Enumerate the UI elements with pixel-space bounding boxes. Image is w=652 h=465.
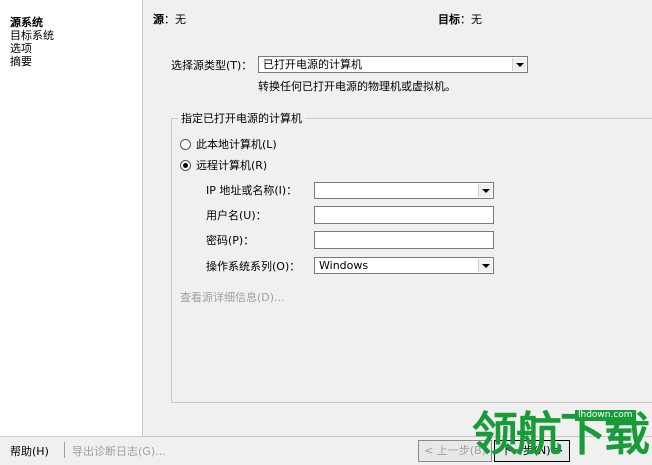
radio-remote-computer[interactable] xyxy=(180,160,191,171)
password-label: 密码(P)： xyxy=(206,234,255,247)
ip-label: IP 地址或名称(I)： xyxy=(206,184,298,197)
view-source-details-link[interactable]: 查看源详细信息(D)... xyxy=(180,291,285,304)
username-label: 用户名(U)： xyxy=(206,209,267,222)
footer-separator xyxy=(64,442,65,458)
nav-item-target-system[interactable]: 目标系统 xyxy=(10,29,54,42)
target-value: ：无 xyxy=(460,13,482,26)
password-field[interactable] xyxy=(314,231,494,249)
target-label: 目标 xyxy=(438,13,460,26)
os-family-label: 操作系统系列(O)： xyxy=(206,260,301,273)
os-family-value: Windows xyxy=(319,259,369,272)
source-type-description: 转换任何已打开电源的物理机或虚拟机。 xyxy=(258,80,456,93)
nav-item-options[interactable]: 选项 xyxy=(10,42,32,55)
source-value: ：无 xyxy=(164,13,186,26)
source-type-value: 已打开电源的计算机 xyxy=(263,58,362,71)
radio-local-label[interactable]: 此本地计算机(L) xyxy=(196,138,277,151)
source-label: 源 xyxy=(153,13,164,26)
ip-address-combo[interactable] xyxy=(314,182,494,199)
chevron-down-icon[interactable] xyxy=(478,184,492,197)
nav-item-source-system[interactable]: 源系统 xyxy=(10,16,43,29)
os-family-select[interactable]: Windows xyxy=(314,257,494,274)
summary-header: 源：无 目标：无 xyxy=(143,0,652,36)
watermark-url: lhdown.com xyxy=(575,410,636,421)
help-button[interactable]: 帮助(H) xyxy=(10,445,49,458)
export-diagnostic-logs-button[interactable]: 导出诊断日志(G)... xyxy=(72,445,166,458)
wizard-nav: 源系统 目标系统 选项 摘要 xyxy=(0,0,143,436)
chevron-down-icon[interactable] xyxy=(478,259,492,272)
group-title: 指定已打开电源的计算机 xyxy=(178,112,305,125)
radio-local-computer[interactable] xyxy=(180,139,191,150)
source-type-label: 选择源类型(T)： xyxy=(171,59,253,72)
radio-remote-label[interactable]: 远程计算机(R) xyxy=(196,159,267,172)
nav-item-summary[interactable]: 摘要 xyxy=(10,55,32,68)
source-summary: 源：无 xyxy=(153,13,186,26)
source-type-select[interactable]: 已打开电源的计算机 xyxy=(258,56,528,73)
chevron-down-icon[interactable] xyxy=(512,58,526,71)
username-field[interactable] xyxy=(314,206,494,224)
target-summary: 目标：无 xyxy=(438,13,482,26)
